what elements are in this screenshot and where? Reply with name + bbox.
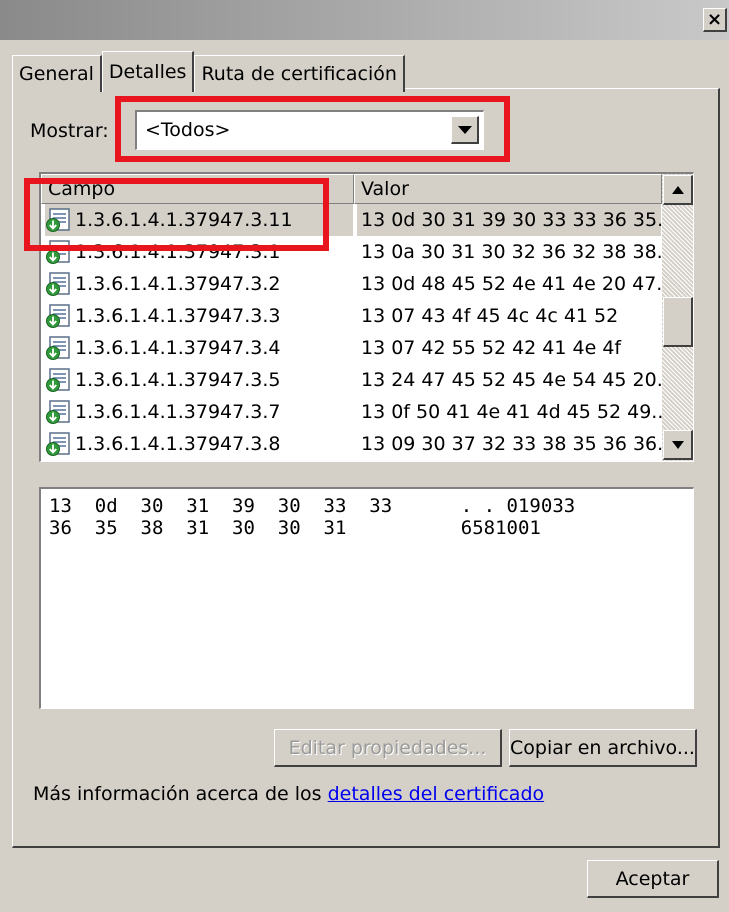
value-cell: 13 0f 50 41 4e 41 4d 45 52 49... — [357, 396, 669, 428]
edit-properties-label: Editar propiedades... — [288, 736, 487, 759]
field-value: 13 09 30 37 32 33 38 35 36 36... — [361, 433, 676, 455]
certificate-extension-icon — [46, 368, 70, 392]
table-row[interactable]: 1.3.6.1.4.1.37947.3.7 13 0f 50 41 4e 41 4… — [41, 396, 669, 428]
certificate-extension-icon — [46, 432, 70, 456]
field-value: 13 0d 30 31 39 30 33 33 36 35... — [361, 209, 676, 231]
table-row[interactable]: 1.3.6.1.4.1.37947.3.4 13 07 42 55 52 42 4… — [41, 332, 661, 364]
value-cell: 13 09 30 37 32 33 38 35 36 36... — [357, 428, 675, 460]
list-scrollbar[interactable] — [662, 174, 693, 461]
field-cell: 1.3.6.1.4.1.37947.3.7 — [45, 396, 353, 428]
value-cell: 13 0a 30 31 30 32 36 32 38 38... — [357, 236, 675, 268]
tab-ruta-certificacion[interactable]: Ruta de certificación — [194, 55, 405, 92]
field-cell: 1.3.6.1.4.1.37947.3.4 — [45, 332, 353, 364]
field-name: 1.3.6.1.4.1.37947.3.5 — [75, 369, 281, 391]
title-bar — [0, 0, 729, 40]
hex-line: 36 35 38 31 30 30 31 6581001 — [49, 517, 541, 539]
tab-general[interactable]: General — [12, 55, 102, 92]
value-cell: 13 24 47 45 52 45 4e 54 45 20... — [357, 364, 675, 396]
close-icon: × — [706, 8, 723, 30]
field-name: 1.3.6.1.4.1.37947.3.4 — [75, 337, 281, 359]
copy-to-file-label: Copiar en archivo... — [510, 736, 695, 759]
field-name: 1.3.6.1.4.1.37947.3.7 — [75, 401, 281, 423]
field-name: 1.3.6.1.4.1.37947.3.2 — [75, 273, 281, 295]
ok-label: Aceptar — [615, 867, 690, 890]
value-cell: 13 07 42 55 52 42 41 4e 4f — [357, 332, 661, 364]
info-text: Más información acerca de los — [33, 783, 328, 805]
tab-detalles[interactable]: Detalles — [101, 51, 195, 92]
table-row[interactable]: 1.3.6.1.4.1.37947.3.3 13 07 43 4f 45 4c 4… — [41, 300, 661, 332]
arrow-down-icon — [671, 440, 684, 449]
column-header-value-label: Valor — [361, 178, 409, 200]
table-row[interactable]: 1.3.6.1.4.1.37947.3.5 13 24 47 45 52 45 4… — [41, 364, 675, 396]
tab-ruta-certificacion-label: Ruta de certificación — [201, 63, 397, 85]
field-value: 13 07 43 4f 45 4c 4c 41 52 — [361, 305, 619, 327]
field-cell: 1.3.6.1.4.1.37947.3.2 — [45, 268, 353, 300]
field-name: 1.3.6.1.4.1.37947.3.8 — [75, 433, 281, 455]
show-label: Mostrar: — [30, 120, 109, 142]
edit-properties-button[interactable]: Editar propiedades... — [274, 729, 502, 767]
certificate-details-link[interactable]: detalles del certificado — [328, 783, 545, 805]
field-value: 13 0f 50 41 4e 41 4d 45 52 49... — [361, 401, 670, 423]
field-cell: 1.3.6.1.4.1.37947.3.3 — [45, 300, 353, 332]
field-name: 1.3.6.1.4.1.37947.3.3 — [75, 305, 281, 327]
scroll-up-button[interactable] — [663, 175, 693, 205]
scroll-thumb[interactable] — [663, 297, 693, 347]
copy-to-file-button[interactable]: Copiar en archivo... — [509, 729, 697, 767]
value-cell: 13 0d 30 31 39 30 33 33 36 35... — [357, 204, 675, 236]
field-value: 13 0d 48 45 52 4e 41 4e 20 47... — [361, 273, 675, 295]
value-hex-view[interactable]: 13 0d 30 31 39 30 33 33 . . 019033 36 35… — [39, 487, 694, 709]
close-button[interactable]: × — [703, 8, 727, 32]
scroll-down-button[interactable] — [663, 430, 693, 460]
hex-line: 13 0d 30 31 39 30 33 33 . . 019033 — [49, 495, 576, 517]
field-value: 13 07 42 55 52 42 41 4e 4f — [361, 337, 622, 359]
table-row[interactable]: 1.3.6.1.4.1.37947.3.2 13 0d 48 45 52 4e 4… — [41, 268, 674, 300]
column-header-value[interactable]: Valor — [354, 174, 662, 204]
value-cell: 13 07 43 4f 45 4c 4c 41 52 — [357, 300, 661, 332]
field-value: 13 0a 30 31 30 32 36 32 38 38... — [361, 241, 675, 263]
field-value: 13 24 47 45 52 45 4e 54 45 20... — [361, 369, 675, 391]
certificate-extension-icon — [46, 272, 70, 296]
tab-strip: General Detalles Ruta de certificación — [12, 51, 405, 92]
highlight-box-show — [115, 96, 510, 162]
field-cell: 1.3.6.1.4.1.37947.3.5 — [45, 364, 353, 396]
table-row[interactable]: 1.3.6.1.4.1.37947.3.8 13 09 30 37 32 33 3… — [41, 428, 675, 460]
certificate-extension-icon — [46, 400, 70, 424]
highlight-box-field — [24, 178, 329, 251]
arrow-up-icon — [671, 185, 684, 194]
field-cell: 1.3.6.1.4.1.37947.3.8 — [45, 428, 353, 460]
certificate-extension-icon — [46, 336, 70, 360]
tab-general-label: General — [19, 63, 94, 85]
certificate-extension-icon — [46, 304, 70, 328]
tab-detalles-label: Detalles — [108, 61, 187, 83]
info-line: Más información acerca de los detalles d… — [33, 783, 544, 805]
value-cell: 13 0d 48 45 52 4e 41 4e 20 47... — [357, 268, 674, 300]
ok-button[interactable]: Aceptar — [587, 860, 719, 898]
